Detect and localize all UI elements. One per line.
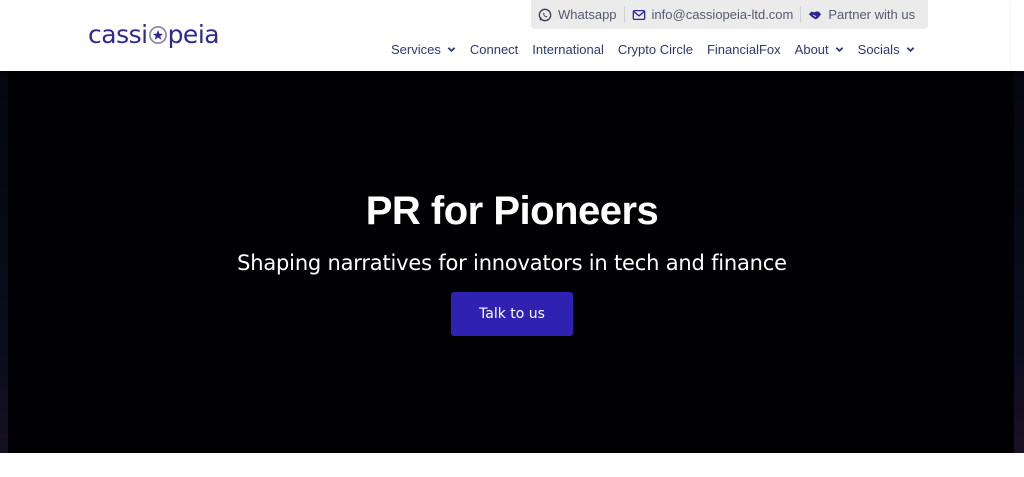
- handshake-icon: [809, 11, 822, 19]
- chevron-down-icon: [447, 46, 456, 52]
- nav-item-label: Crypto Circle: [617, 41, 693, 57]
- nav-item-label: International: [532, 41, 604, 57]
- partner-label: Partner with us: [828, 7, 916, 22]
- main-nav: Services Connect International Crypto Ci…: [384, 38, 922, 60]
- nav-item-about[interactable]: About: [788, 42, 851, 57]
- nav-item-label: Socials: [857, 41, 900, 57]
- nav-item-label: Connect: [469, 41, 519, 57]
- hero-section: PR for Pioneers Shaping narratives for i…: [0, 71, 1024, 453]
- hero-subtitle: Shaping narratives for innovators in tec…: [237, 251, 787, 275]
- site-header: cassi peia Whatsapp info@cassiopeia-ltd.…: [0, 0, 1010, 71]
- partner-link[interactable]: Partner with us: [801, 0, 922, 29]
- hero-title: PR for Pioneers: [365, 189, 659, 233]
- logo[interactable]: cassi peia: [88, 18, 220, 50]
- logo-text-left: cassi: [88, 19, 148, 49]
- nav-item-financialfox[interactable]: FinancialFox: [700, 42, 788, 57]
- talk-to-us-button[interactable]: Talk to us: [451, 292, 573, 336]
- nav-item-connect[interactable]: Connect: [463, 42, 525, 57]
- chevron-down-icon: [835, 46, 843, 52]
- whatsapp-icon: [538, 8, 552, 21]
- contact-bar: Whatsapp info@cassiopeia-ltd.com Partner…: [531, 0, 928, 29]
- nav-item-international[interactable]: International: [525, 42, 611, 57]
- nav-item-services[interactable]: Services: [384, 42, 463, 57]
- logo-text-right: peia: [167, 19, 220, 49]
- nav-item-socials[interactable]: Socials: [851, 42, 922, 57]
- nav-item-crypto-circle[interactable]: Crypto Circle: [611, 42, 700, 57]
- email-label: info@cassiopeia-ltd.com: [651, 7, 794, 22]
- email-link[interactable]: info@cassiopeia-ltd.com: [625, 0, 801, 29]
- nav-item-label: Services: [391, 41, 441, 57]
- nav-item-label: About: [794, 41, 829, 57]
- whatsapp-link[interactable]: Whatsapp: [531, 0, 624, 29]
- whatsapp-label: Whatsapp: [558, 7, 617, 22]
- mail-icon: [632, 9, 645, 20]
- logo-star-icon: [148, 26, 167, 44]
- nav-item-label: FinancialFox: [706, 41, 781, 57]
- chevron-down-icon: [906, 46, 914, 52]
